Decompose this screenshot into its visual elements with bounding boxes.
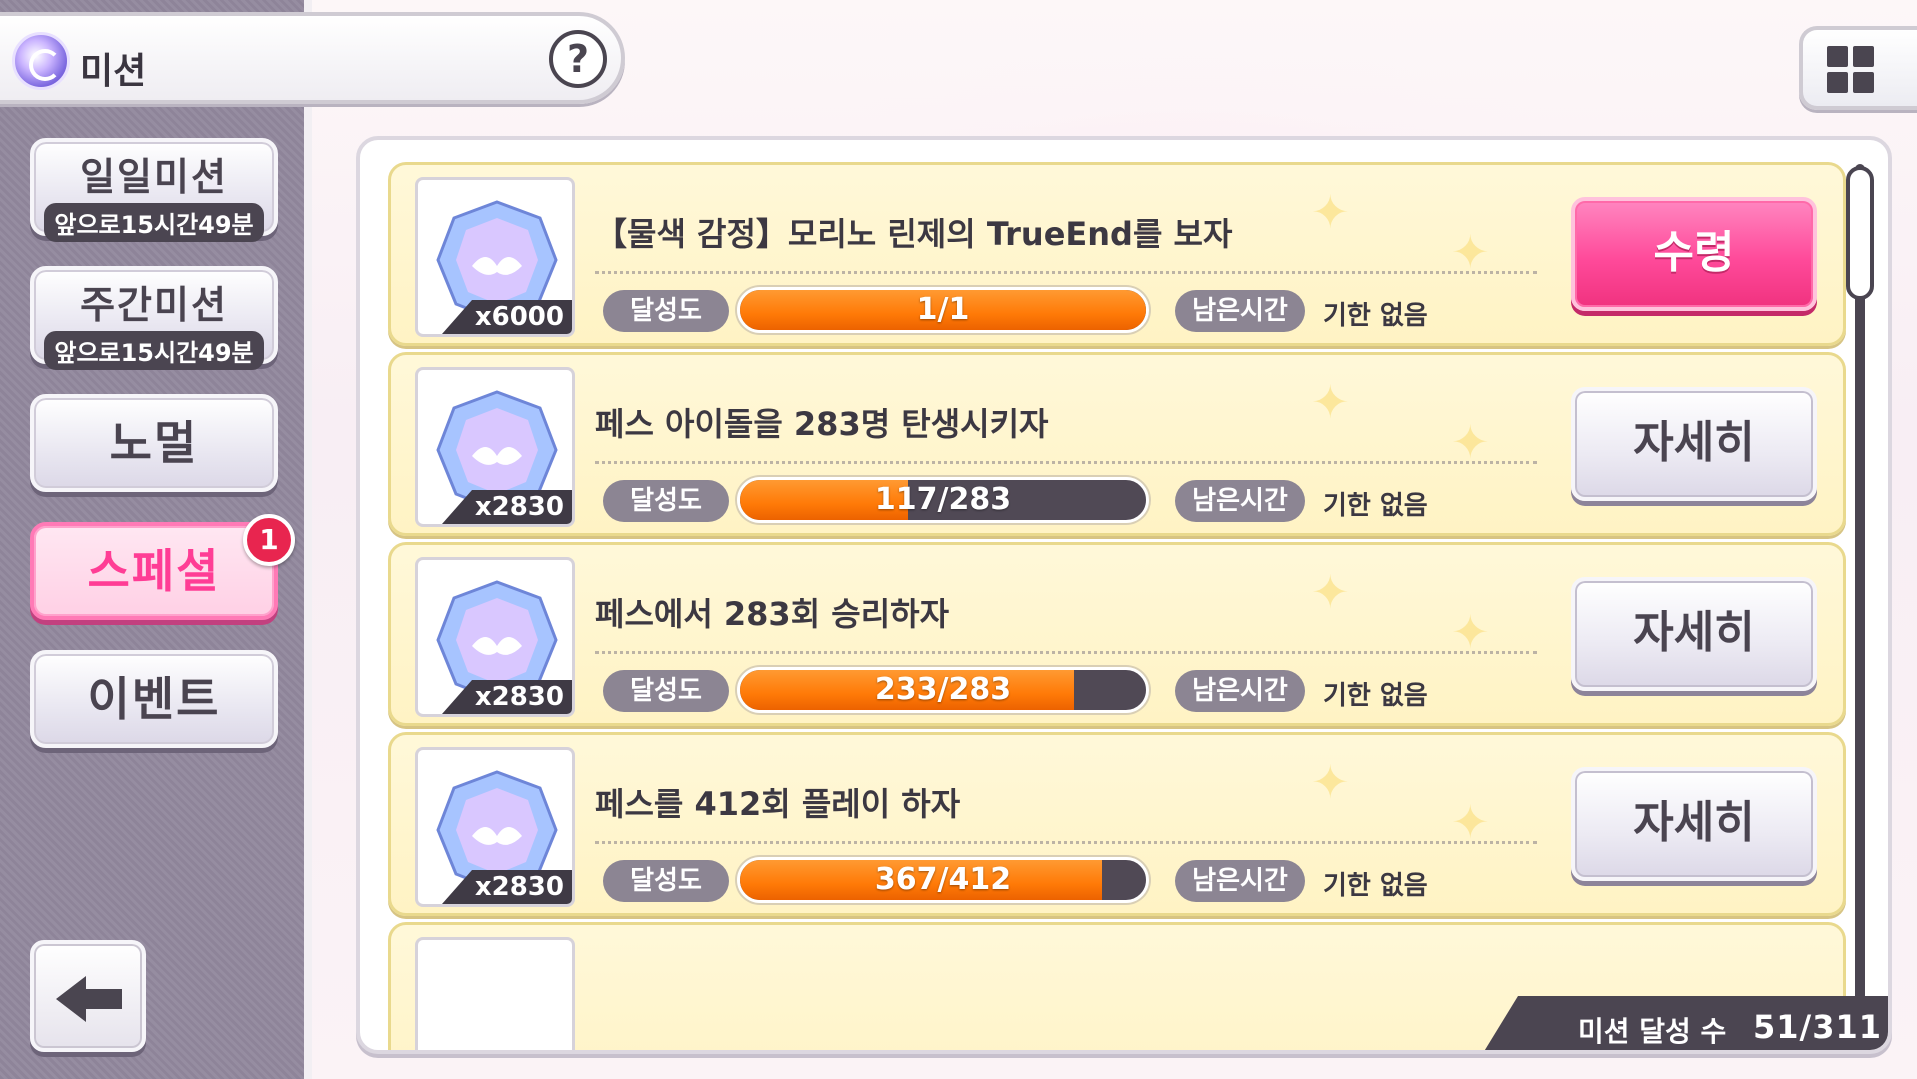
- sidebar-item-timer: 앞으로15시간49분: [44, 203, 264, 242]
- divider: [595, 461, 1537, 464]
- sparkle-decoration: ✦: [1311, 185, 1350, 239]
- grid-menu-icon: [1827, 46, 1875, 94]
- page-title: 미션: [80, 51, 147, 92]
- achievement-label: 달성도: [603, 290, 729, 332]
- progress-bar: 117/283: [737, 477, 1149, 523]
- sparkle-decoration: ✦: [1311, 755, 1350, 809]
- achievement-label: 달성도: [603, 860, 729, 902]
- sidebar-item-normal[interactable]: 노멀: [30, 394, 278, 492]
- sparkle-decoration: ✦: [1311, 565, 1350, 619]
- sidebar-item-label: 주간미션: [80, 283, 228, 327]
- mission-count-footer: 미션 달성 수 51/311: [1480, 996, 1888, 1050]
- remaining-time-label: 남은시간: [1175, 290, 1305, 332]
- remaining-time-value: 기한 없음: [1323, 871, 1428, 901]
- mission-card: ✦ ✦ x2830 페스 아이돌을 283명 탄생시키자 달성도 117/283…: [388, 352, 1846, 536]
- progress-bar: 233/283: [737, 667, 1149, 713]
- sidebar-item-weekly-mission[interactable]: 주간미션 앞으로15시간49분: [30, 266, 278, 370]
- divider: [595, 841, 1537, 844]
- remaining-time-value: 기한 없음: [1323, 681, 1428, 711]
- achievement-label: 달성도: [603, 480, 729, 522]
- grid-menu-button[interactable]: [1799, 26, 1917, 110]
- help-button[interactable]: ?: [549, 30, 607, 88]
- sidebar-item-label: 노멀: [109, 416, 199, 470]
- sidebar-item-label: 일일미션: [80, 155, 228, 199]
- remaining-time-value: 기한 없음: [1323, 491, 1428, 521]
- reward-item[interactable]: [415, 937, 575, 1050]
- progress-bar: 1/1: [737, 287, 1149, 333]
- scrollbar-thumb[interactable]: [1846, 166, 1874, 300]
- remaining-time-label: 남은시간: [1175, 670, 1305, 712]
- details-button[interactable]: 자세히: [1571, 387, 1817, 501]
- mission-title: 【물색 감정】모리노 린제의 TrueEnd를 보자: [595, 215, 1233, 253]
- progress-bar: 367/412: [737, 857, 1149, 903]
- sparkle-decoration: ✦: [1311, 375, 1350, 429]
- mission-card: ✦ ✦ x6000 【물색 감정】모리노 린제의 TrueEnd를 보자 달성도…: [388, 162, 1846, 346]
- remaining-time-label: 남은시간: [1175, 480, 1305, 522]
- claim-button[interactable]: 수령: [1571, 197, 1817, 311]
- notification-badge: 1: [243, 514, 295, 566]
- sidebar-item-special[interactable]: 스페셜: [30, 522, 278, 620]
- reward-item[interactable]: x2830: [415, 747, 575, 907]
- reward-item[interactable]: x6000: [415, 177, 575, 337]
- mission-count-value: 51/311: [1752, 1008, 1882, 1046]
- mission-list-panel: ✦ ✦ x6000 【물색 감정】모리노 린제의 TrueEnd를 보자 달성도…: [356, 136, 1892, 1054]
- reward-item[interactable]: x2830: [415, 557, 575, 717]
- reward-item[interactable]: x2830: [415, 367, 575, 527]
- mission-title: 페스를 412회 플레이 하자: [595, 785, 961, 823]
- details-button[interactable]: 자세히: [1571, 577, 1817, 691]
- progress-text: 1/1: [916, 292, 970, 327]
- divider: [595, 271, 1537, 274]
- remaining-time-label: 남은시간: [1175, 860, 1305, 902]
- sidebar-item-event[interactable]: 이벤트: [30, 650, 278, 748]
- back-arrow-icon: [56, 976, 122, 1022]
- sidebar-item-daily-mission[interactable]: 일일미션 앞으로15시간49분: [30, 138, 278, 242]
- mission-title: 페스에서 283회 승리하자: [595, 595, 950, 633]
- achievement-label: 달성도: [603, 670, 729, 712]
- divider: [595, 651, 1537, 654]
- sidebar-item-label: 스페셜: [87, 544, 221, 598]
- progress-text: 117/283: [874, 482, 1012, 517]
- sidebar-item-label: 이벤트: [87, 672, 221, 726]
- progress-text: 233/283: [874, 672, 1012, 707]
- mission-title: 페스 아이돌을 283명 탄생시키자: [595, 405, 1049, 443]
- back-button[interactable]: [30, 940, 146, 1052]
- progress-text: 367/412: [874, 862, 1012, 897]
- details-button[interactable]: 자세히: [1571, 767, 1817, 881]
- mission-card: ✦ ✦ x2830 페스를 412회 플레이 하자 달성도 367/412 남은…: [388, 732, 1846, 916]
- remaining-time-value: 기한 없음: [1323, 301, 1428, 331]
- title-bar: 미션 ?: [0, 12, 625, 104]
- sidebar-item-timer: 앞으로15시간49분: [44, 331, 264, 370]
- mission-card: ✦ ✦ x2830 페스에서 283회 승리하자 달성도 233/283 남은시…: [388, 542, 1846, 726]
- mission-count-label: 미션 달성 수: [1578, 1015, 1727, 1048]
- mission-icon: [12, 32, 70, 90]
